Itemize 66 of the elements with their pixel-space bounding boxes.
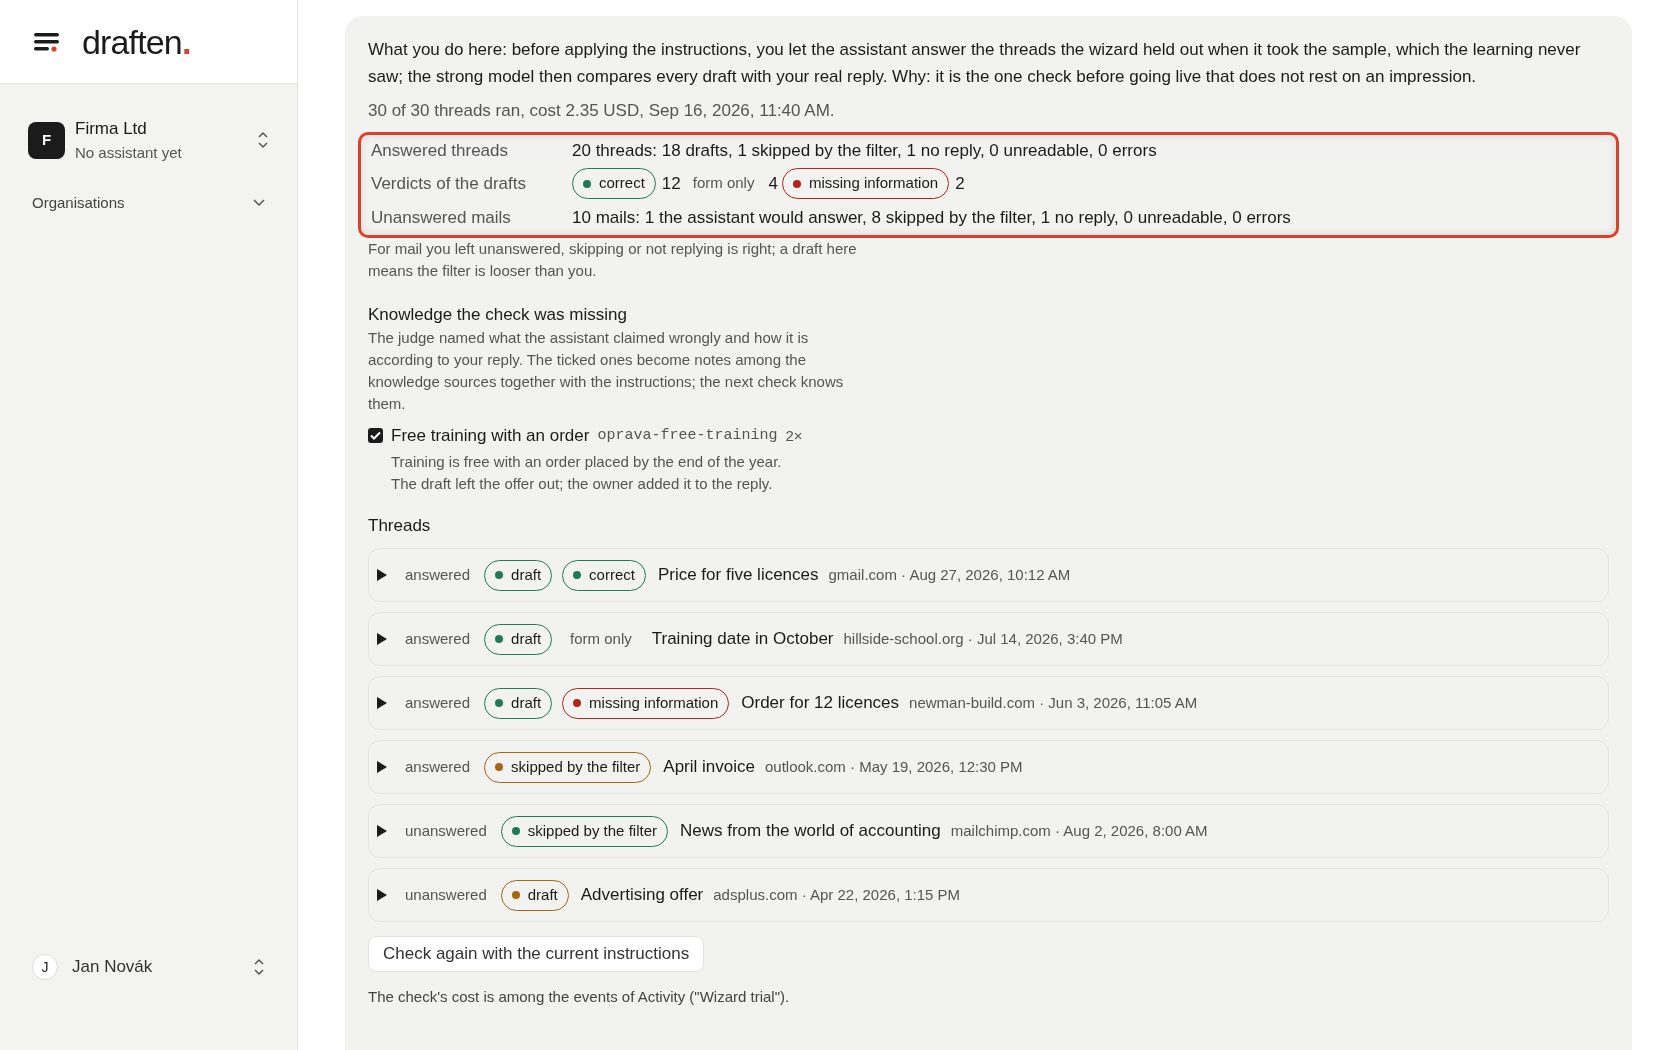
run-info: 30 of 30 threads ran, cost 2.35 USD, Sep 16, 2026, 11:40 AM. [368,100,836,122]
unanswered-note: For mail you left unanswered, skipping or not replying is right; a draft here means the filter is looser than you. [368,238,858,281]
thread-subject: April invoice [663,756,755,779]
knowledge-title: Free training with an order [391,425,590,447]
expand-triangle-icon[interactable] [377,633,387,645]
knowledge-detail: The draft left the offer out; the owner added it to the reply. [391,473,774,494]
thread-status: unanswered [405,820,487,841]
thread-row[interactable]: answered skipped by the filter April invoice outlook.com · May 19, 2026, 12:30 PM [368,740,1609,794]
thread-meta: newman-build.com · Jun 3, 2026, 11:05 AM [909,692,1198,713]
thread-meta: outlook.com · May 19, 2026, 12:30 PM [764,756,1023,777]
intro-text: What you do here: before applying the instructions, you let the assistant answer the threads the wizard held out when it took the sample, which the learning never saw; the strong model then compares every draft with your real reply. Why: it is the one check before going live that does not rest on an impression. [368,39,1582,88]
summary-label: Verdicts of the drafts [371,172,527,195]
thread-status: answered [405,564,471,585]
thread-row[interactable]: unanswered draft Advertising offer adsplus.com · Apr 22, 2026, 1:15 PM [368,868,1609,922]
thread-row[interactable]: unanswered skipped by the filter News from the world of accounting mailchimp.com · Aug 2, 2026, 8:00 AM [368,804,1609,858]
expand-triangle-icon[interactable] [377,761,387,773]
checkbox[interactable] [368,428,383,444]
expand-triangle-icon[interactable] [377,697,387,709]
expand-triangle-icon[interactable] [377,825,387,837]
organisation-avatar: F [28,121,65,159]
knowledge-count: 2× [785,425,803,446]
thread-row[interactable]: answered draft correct Price for five licences gmail.com · Aug 27, 2026, 10:12 AM [368,548,1609,602]
thread-subject: Advertising offer [580,884,704,907]
thread-status: answered [405,692,471,713]
summary-value: 10 mails: 1 the assistant would answer, 8 skipped by the filter, 1 no reply, 0 unreadable, 0 errors [572,206,1291,229]
user-avatar: J [32,954,58,980]
section-title: Knowledge the check was missing [368,303,628,326]
summary-value: 20 threads: 18 drafts, 1 skipped by the filter, 1 no reply, 0 unreadable, 0 errors [572,139,1157,162]
organisation-status: No assistant yet [75,142,183,163]
chevron-updown-icon [257,131,269,149]
organisation-name: Firma Ltd [75,118,148,140]
thread-status: unanswered [405,884,487,905]
verdict-count: 12 [661,172,681,195]
thread-status: answered [405,628,471,649]
thread-row[interactable]: answered draft missing information Order for 12 licences newman-build.com · Jun 3, 2026, 11:05 AM [368,676,1609,730]
summary-label: Answered threads [371,139,510,162]
chevron-updown-icon [253,958,265,976]
thread-meta: adsplus.com · Apr 22, 2026, 1:15 PM [713,884,961,905]
thread-subject: News from the world of accounting [680,820,941,843]
status-label: form only [691,173,756,194]
section-title: Threads [368,514,432,537]
thread-subject: Order for 12 licences [741,692,900,715]
user-menu[interactable]: J Jan Novák [32,954,265,980]
thread-meta: mailchimp.com · Aug 2, 2026, 8:00 AM [950,820,1208,841]
organisations-section[interactable]: Organisations [32,192,265,215]
knowledge-detail: Training is free with an order placed by the end of the year. [391,451,783,472]
user-name: Jan Novák [72,956,154,979]
expand-triangle-icon[interactable] [377,569,387,581]
section-description: The judge named what the assistant claimed wrongly and how it is according to your reply. The ticked ones become notes among the knowledge sources together with the instructions; the next check knows them. [368,328,845,414]
knowledge-slug: oprava-free-training [597,425,778,446]
verdict-count: 2 [955,172,965,195]
organisation-switcher[interactable]: F Firma Ltd No assistant yet [28,116,269,164]
logo: draften. [82,24,191,59]
thread-meta: hillside-school.org · Jul 14, 2026, 3:40 PM [843,628,1123,649]
summary-label: Unanswered mails [371,206,512,229]
thread-subject: Price for five licences [657,564,819,587]
thread-subject: Training date in October [651,628,834,651]
thread-meta: gmail.com · Aug 27, 2026, 10:12 AM [828,564,1071,585]
thread-row[interactable]: answered draft form only Training date in October hillside-school.org · Jul 14, 2026, 3:40 PM [368,612,1609,666]
menu-icon[interactable] [34,30,60,53]
thread-status: answered [405,756,471,777]
footnote: The check's cost is among the events of Activity ("Wizard trial"). [368,987,791,1007]
recheck-button[interactable]: Check again with the current instructions [368,936,705,972]
expand-triangle-icon[interactable] [377,889,387,901]
status-label: form only [569,628,633,649]
verdict-count: 4 [768,172,778,195]
